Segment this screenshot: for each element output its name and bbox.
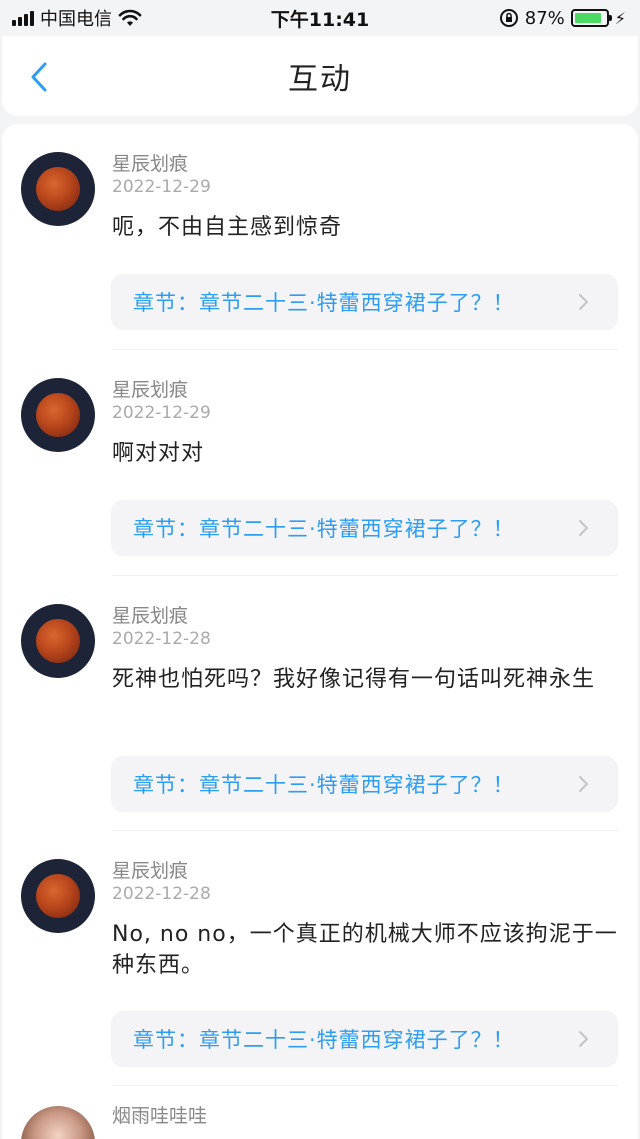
avatar-image	[36, 619, 80, 663]
comment-date: 2022-12-29	[112, 177, 211, 197]
comment-item: 星辰划痕 2022-12-28 No, no no，一个真正的机械大师不应该拘泥…	[2, 831, 638, 1086]
comment-text: 啊对对对	[112, 441, 205, 466]
comment-item-partial: 烟雨哇哇哇	[2, 1086, 638, 1139]
chapter-link[interactable]: 章节：章节二十三·特蕾西穿裙子了？！	[111, 756, 618, 812]
back-button[interactable]	[24, 60, 54, 94]
chapter-label: 章节：章节二十三·特蕾西穿裙子了？！	[133, 291, 515, 315]
comment-date: 2022-12-28	[112, 884, 211, 904]
comment-date: 2022-12-28	[112, 629, 211, 649]
battery-icon	[570, 9, 612, 27]
chapter-label: 章节：章节二十三·特蕾西穿裙子了？！	[133, 517, 515, 541]
orientation-lock-icon	[499, 9, 518, 27]
status-right: 87% ⚡	[499, 8, 626, 29]
comment-text: 呃，不由自主感到惊奇	[112, 215, 343, 240]
chevron-right-icon	[579, 294, 588, 310]
avatar[interactable]	[21, 859, 95, 933]
battery-percent: 87%	[524, 7, 565, 29]
user-name[interactable]: 星辰划痕	[112, 152, 618, 176]
comment-item: 星辰划痕 2022-12-29 啊对对对 章节：章节二十三·特蕾西穿裙子了？！	[2, 350, 638, 576]
page-title: 互动	[288, 62, 352, 97]
comment-item: 星辰划痕 2022-12-28 死神也怕死吗？我好像记得有一句话叫死神永生 章节…	[2, 576, 638, 831]
user-name[interactable]: 星辰划痕	[112, 378, 618, 402]
signal-icon	[12, 10, 34, 26]
chapter-link[interactable]: 章节：章节二十三·特蕾西穿裙子了？！	[111, 274, 618, 330]
avatar[interactable]	[21, 604, 95, 678]
battery-fill	[574, 13, 601, 23]
status-left: 中国电信	[12, 5, 142, 31]
chevron-right-icon	[579, 776, 588, 792]
avatar[interactable]	[21, 378, 95, 452]
avatar[interactable]	[21, 152, 95, 226]
avatar-image	[36, 874, 80, 918]
avatar[interactable]	[21, 1106, 95, 1139]
chapter-label: 章节：章节二十三·特蕾西穿裙子了？！	[133, 773, 515, 797]
chevron-right-icon	[579, 520, 588, 536]
chapter-label: 章节：章节二十三·特蕾西穿裙子了？！	[133, 1028, 515, 1052]
user-name[interactable]: 星辰划痕	[112, 859, 618, 883]
header-bar: 互动	[2, 36, 638, 116]
avatar-image	[36, 167, 80, 211]
comment-text: No, no no，一个真正的机械大师不应该拘泥于一种东西。	[112, 922, 618, 978]
charging-icon: ⚡	[614, 8, 626, 28]
user-name[interactable]: 烟雨哇哇哇	[112, 1104, 207, 1128]
chapter-link[interactable]: 章节：章节二十三·特蕾西穿裙子了？！	[111, 500, 618, 556]
comment-list[interactable]: 星辰划痕 2022-12-29 呃，不由自主感到惊奇 章节：章节二十三·特蕾西穿…	[2, 124, 638, 1139]
comment-item: 星辰划痕 2022-12-29 呃，不由自主感到惊奇 章节：章节二十三·特蕾西穿…	[2, 124, 638, 350]
status-bar: 中国电信 下午11:41 87% ⚡	[0, 0, 640, 36]
user-name[interactable]: 星辰划痕	[112, 604, 618, 628]
comment-text: 死神也怕死吗？我好像记得有一句话叫死神永生	[112, 667, 596, 692]
wifi-icon	[118, 9, 142, 26]
chevron-right-icon	[579, 1031, 588, 1047]
chapter-link[interactable]: 章节：章节二十三·特蕾西穿裙子了？！	[111, 1011, 618, 1067]
comment-date: 2022-12-29	[112, 403, 211, 423]
avatar-image	[36, 393, 80, 437]
chevron-left-icon	[31, 62, 47, 92]
carrier-label: 中国电信	[40, 9, 112, 30]
